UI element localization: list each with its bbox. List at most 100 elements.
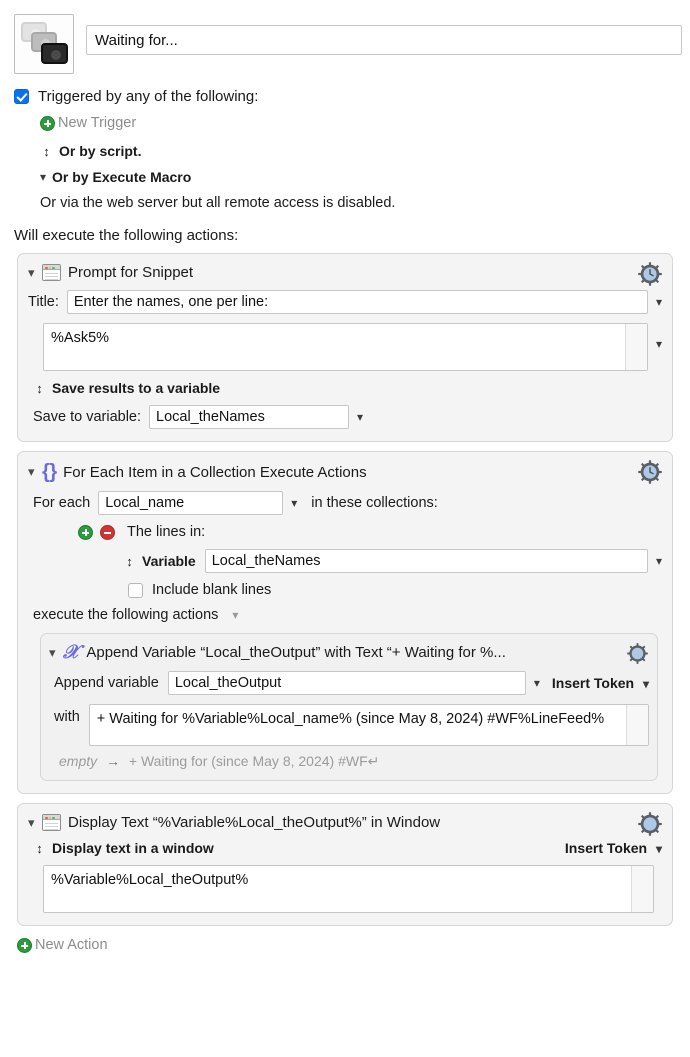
triggered-by-row: Triggered by any of the following:	[14, 88, 676, 105]
append-preview-from: empty	[59, 753, 98, 769]
display-mode-row: ↕ Display text in a window Insert Token …	[18, 840, 672, 856]
collection-variable-value: Local_theNames	[211, 553, 321, 569]
token-gutter	[626, 705, 648, 745]
web-server-note: Or via the web server but all remote acc…	[40, 195, 396, 211]
collection-variable-input[interactable]: Local_theNames	[204, 549, 648, 573]
display-text-value: %Variable%Local_theOutput%	[51, 872, 249, 888]
chevron-down-icon[interactable]: ▾	[28, 815, 42, 831]
arrow-icon: →	[106, 753, 121, 769]
display-text-body-row: %Variable%Local_theOutput%	[18, 865, 672, 913]
up-down-chevron-icon[interactable]: ↕	[33, 842, 46, 855]
insert-token-label: Insert Token	[564, 840, 648, 856]
add-circle-icon[interactable]	[78, 524, 93, 540]
append-variable-popup-chevron-icon[interactable]: ▾	[534, 676, 540, 690]
snippet-body-row: %Ask5% ▾	[18, 323, 672, 371]
actions-header: Will execute the following actions:	[14, 227, 239, 244]
for-each-row: For each Local_name ▾ in these collectio…	[18, 491, 672, 515]
action-prompt-for-snippet[interactable]: ▾ Prompt for Snippet Title: Enter the na…	[17, 253, 673, 442]
save-to-variable-value: Local_theNames	[156, 409, 265, 425]
action-append-variable[interactable]: ▾ 𝒳 Append Variable “Local_theOutput” wi…	[40, 633, 658, 781]
collection-variable-popup-chevron-icon[interactable]: ▾	[656, 554, 662, 568]
insert-token-button[interactable]: Insert Token ▾	[565, 840, 662, 856]
insert-token-label: Insert Token	[551, 675, 635, 691]
new-action-row[interactable]: New Action	[0, 937, 690, 953]
remove-circle-icon[interactable]	[100, 524, 115, 540]
new-trigger-label: New Trigger	[58, 115, 137, 131]
save-to-variable-row: Save to variable: Local_theNames ▾	[18, 405, 672, 429]
action-header: ▾ Prompt for Snippet	[18, 262, 672, 281]
chevron-down-icon[interactable]: ▾	[656, 842, 662, 856]
append-variable-input[interactable]: Local_theOutput	[167, 671, 526, 695]
or-by-execute-macro-row[interactable]: ▾ Or by Execute Macro	[40, 169, 676, 185]
collection-variable-row: ↕ Variable Local_theNames ▾	[18, 549, 672, 573]
key-shape-front	[41, 43, 68, 64]
macro-name-value: Waiting for...	[95, 31, 178, 49]
the-lines-in-row: The lines in:	[18, 524, 672, 540]
snippet-body-input[interactable]: %Ask5%	[43, 323, 648, 371]
title-input[interactable]: Enter the names, one per line:	[66, 290, 648, 314]
for-each-variable-input[interactable]: Local_name	[98, 491, 284, 515]
chevron-down-icon[interactable]: ▾	[28, 464, 42, 480]
include-blank-lines-label: Include blank lines	[152, 582, 272, 598]
execute-following-chevron-icon[interactable]: ▾	[232, 608, 238, 622]
add-circle-icon[interactable]	[17, 937, 32, 953]
new-trigger-row[interactable]: New Trigger	[40, 115, 676, 131]
action-header: ▾ Display Text “%Variable%Local_theOutpu…	[18, 812, 672, 831]
append-preview-to: + Waiting for (since May 8, 2024) #WF↵	[128, 753, 380, 769]
action-for-each[interactable]: ▾ { } For Each Item in a Collection Exec…	[17, 451, 673, 794]
macro-keys-icon[interactable]	[14, 14, 74, 74]
web-server-note-row: Or via the web server but all remote acc…	[40, 195, 676, 211]
or-by-script-row[interactable]: ↕ Or by script.	[40, 143, 676, 159]
append-variable-row: Append variable Local_theOutput ▾ Insert…	[41, 671, 657, 695]
or-by-script-label: Or by script.	[59, 143, 142, 159]
title-value: Enter the names, one per line:	[73, 294, 269, 310]
chevron-down-icon[interactable]: ▾	[643, 677, 649, 691]
save-variable-popup-chevron-icon[interactable]: ▾	[357, 410, 363, 424]
for-each-popup-chevron-icon[interactable]: ▾	[291, 496, 297, 510]
triggered-by-label: Triggered by any of the following:	[38, 88, 259, 105]
macro-name-input[interactable]: Waiting for...	[86, 25, 682, 55]
window-icon	[42, 814, 61, 831]
snippet-body-value: %Ask5%	[51, 330, 110, 346]
chevron-down-icon[interactable]: ▾	[40, 170, 46, 184]
action-title: For Each Item in a Collection Execute Ac…	[63, 463, 367, 481]
include-blank-lines-checkbox[interactable]	[128, 582, 143, 598]
execute-following-label: execute the following actions	[33, 607, 219, 623]
title-field-row: Title: Enter the names, one per line: ▾	[18, 290, 672, 314]
braces-icon: { }	[42, 461, 57, 483]
macro-editor-pane: Waiting for... Triggered by any of the f…	[0, 0, 690, 1057]
save-to-variable-label: Save to variable:	[33, 409, 142, 425]
up-down-chevron-icon[interactable]: ↕	[33, 382, 46, 395]
macro-header: Waiting for...	[0, 0, 690, 74]
append-with-input[interactable]: + Waiting for %Variable%Local_name% (sin…	[88, 704, 649, 746]
add-circle-icon[interactable]	[40, 115, 55, 131]
gear-clock-icon[interactable]	[638, 460, 662, 484]
triggered-by-checkbox[interactable]	[14, 89, 29, 104]
the-lines-in-label: The lines in:	[127, 524, 206, 540]
gear-icon[interactable]	[627, 643, 648, 664]
action-display-text[interactable]: ▾ Display Text “%Variable%Local_theOutpu…	[17, 803, 673, 926]
chevron-down-icon[interactable]: ▾	[49, 645, 63, 661]
display-text-input[interactable]: %Variable%Local_theOutput%	[43, 865, 654, 913]
up-down-chevron-icon[interactable]: ↕	[40, 145, 53, 158]
gear-icon[interactable]	[638, 812, 662, 836]
title-popup-chevron-icon[interactable]: ▾	[656, 295, 662, 309]
chevron-down-icon[interactable]: ▾	[28, 265, 42, 281]
x-variable-icon: 𝒳	[63, 642, 80, 663]
save-results-row[interactable]: ↕ Save results to a variable	[18, 380, 672, 396]
up-down-chevron-icon[interactable]: ↕	[123, 555, 136, 568]
or-by-execute-macro-label: Or by Execute Macro	[52, 169, 192, 185]
insert-token-button[interactable]: Insert Token ▾	[552, 675, 649, 691]
action-title: Prompt for Snippet	[68, 264, 194, 281]
for-each-variable-value: Local_name	[105, 495, 185, 511]
token-gutter	[631, 866, 653, 912]
nested-action-header: ▾ 𝒳 Append Variable “Local_theOutput” wi…	[41, 641, 657, 662]
save-to-variable-input[interactable]: Local_theNames	[149, 405, 350, 429]
in-collections-label: in these collections:	[311, 495, 438, 511]
snippet-popup-chevron-icon[interactable]: ▾	[656, 337, 662, 351]
gear-clock-icon[interactable]	[638, 262, 662, 286]
include-blank-lines-row[interactable]: Include blank lines	[18, 582, 672, 598]
save-results-label: Save results to a variable	[52, 380, 221, 396]
action-title: Display Text “%Variable%Local_theOutput%…	[68, 814, 441, 831]
append-preview: empty → + Waiting for (since May 8, 2024…	[41, 753, 657, 770]
